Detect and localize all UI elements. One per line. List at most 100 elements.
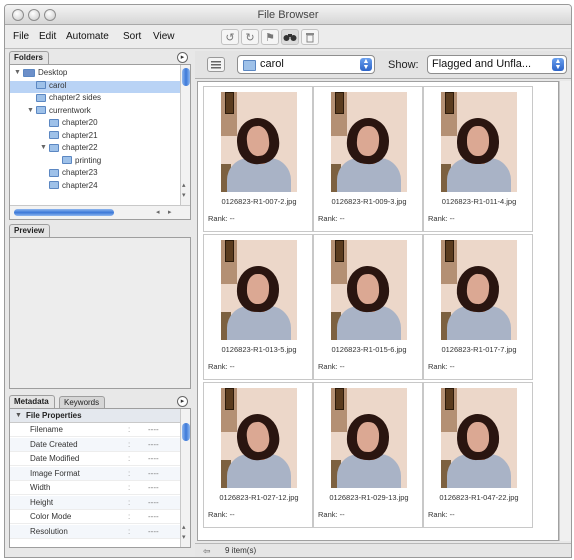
folder-icon	[36, 81, 46, 90]
folders-horizontal-scrollbar[interactable]: ◂ ▸	[10, 205, 190, 219]
tab-metadata[interactable]: Metadata	[9, 395, 55, 408]
folder-icon	[36, 93, 46, 102]
thumbnail-cell[interactable]: 0126823-R1-029-13.jpg Rank: --	[313, 382, 423, 528]
folder-tree-item[interactable]: ▼ currentwork	[10, 106, 180, 118]
metadata-separator: :	[128, 468, 131, 478]
folder-tree-item[interactable]: ▼ chapter22	[10, 143, 180, 155]
rotate-left-icon[interactable]: ↺	[221, 29, 239, 45]
thumbnail-rank[interactable]: Rank: --	[428, 362, 455, 371]
folders-scroll-thumb[interactable]	[182, 68, 190, 86]
disclosure-triangle-icon[interactable]: ▼	[15, 412, 22, 419]
show-filter-popup[interactable]: Flagged and Unfla... ▲ ▼	[427, 55, 567, 74]
thumbnail-rank[interactable]: Rank: --	[318, 362, 345, 371]
folder-location-popup[interactable]: carol ▲ ▼	[237, 55, 375, 74]
binoculars-icon[interactable]	[281, 29, 299, 45]
thumbnail-image[interactable]	[221, 92, 297, 192]
metadata-row: Date Modified: ----	[10, 452, 180, 466]
folder-tree-item[interactable]: chapter23	[10, 168, 180, 180]
file-properties-section[interactable]: ▼ File Properties	[10, 409, 180, 423]
thumbnail-cell[interactable]: 0126823-R1-013-5.jpg Rank: --	[203, 234, 313, 380]
metadata-row: Resolution: ----	[10, 524, 180, 539]
thumbnail-cell[interactable]: 0126823-R1-047-22.jpg Rank: --	[423, 382, 533, 528]
flag-icon[interactable]: ⚑	[261, 29, 279, 45]
thumbnail-cell[interactable]: 0126823-R1-009-3.jpg Rank: --	[313, 86, 423, 232]
thumbnail-rank[interactable]: Rank: --	[428, 214, 455, 223]
metadata-row: Image Format: ----	[10, 466, 180, 481]
metadata-scroll-thumb[interactable]	[182, 423, 190, 441]
expanded-triangle-icon[interactable]: ▼	[40, 144, 49, 151]
folder-tree-item[interactable]: printing	[10, 156, 180, 168]
show-label: Show:	[388, 59, 419, 71]
metadata-label: Resolution	[30, 526, 68, 536]
thumbnail-image[interactable]	[441, 388, 517, 488]
rotate-right-icon[interactable]: ↻	[241, 29, 259, 45]
thumbnail-image[interactable]	[441, 92, 517, 192]
menu-sort[interactable]: Sort	[123, 31, 141, 42]
thumbnail-filename[interactable]: 0126823-R1-013-5.jpg	[204, 345, 314, 354]
menu-file[interactable]: File	[13, 31, 29, 42]
folders-vertical-scrollbar[interactable]: ▴ ▾	[180, 65, 190, 205]
file-browser-icon[interactable]: ⇦	[203, 546, 211, 557]
scroll-down-arrow-icon[interactable]: ▾	[182, 533, 186, 541]
tab-preview[interactable]: Preview	[9, 224, 51, 237]
scroll-left-arrow-icon[interactable]: ◂	[156, 208, 160, 216]
scroll-up-arrow-icon[interactable]: ▴	[182, 523, 186, 531]
thumbnail-image[interactable]	[441, 240, 517, 340]
folder-tree-label: chapter21	[62, 130, 98, 140]
folder-tree-item[interactable]: carol	[10, 80, 180, 93]
menu-toolbar: File Edit Automate Sort View ↺ ↻ ⚑	[5, 25, 571, 49]
menu-edit[interactable]: Edit	[39, 31, 56, 42]
thumbnail-image[interactable]	[331, 240, 407, 340]
thumbnail-filename[interactable]: 0126823-R1-047-22.jpg	[424, 493, 534, 502]
metadata-label: Height	[30, 497, 54, 507]
thumbnail-cell[interactable]: 0126823-R1-017-7.jpg Rank: --	[423, 234, 533, 380]
thumbnail-cell[interactable]: 0126823-R1-027-12.jpg Rank: --	[203, 382, 313, 528]
thumbnail-image[interactable]	[221, 240, 297, 340]
folder-tree-item[interactable]: chapter20	[10, 118, 180, 130]
tab-folders[interactable]: Folders	[9, 51, 49, 64]
folders-panel-menu-button[interactable]: ▸	[177, 52, 188, 63]
thumbnail-filename[interactable]: 0126823-R1-017-7.jpg	[424, 345, 534, 354]
thumbnail-rank[interactable]: Rank: --	[318, 510, 345, 519]
menu-view[interactable]: View	[153, 31, 175, 42]
thumbnail-cell[interactable]: 0126823-R1-015-6.jpg Rank: --	[313, 234, 423, 380]
thumbnail-image[interactable]	[331, 388, 407, 488]
folder-tree-item[interactable]: chapter24	[10, 181, 180, 193]
folder-tree-item[interactable]: chapter2 sides	[10, 93, 180, 105]
thumbnail-rank[interactable]: Rank: --	[208, 214, 235, 223]
metadata-label: Date Modified	[30, 454, 80, 463]
thumbnails-vertical-scrollbar[interactable]	[559, 81, 571, 541]
thumbnail-rank[interactable]: Rank: --	[428, 510, 455, 519]
metadata-label: Image Format	[30, 468, 80, 478]
folder-tree-item[interactable]: chapter21	[10, 131, 180, 143]
scroll-down-arrow-icon[interactable]: ▾	[182, 191, 186, 199]
thumbnail-filename[interactable]: 0126823-R1-011-4.jpg	[424, 197, 534, 206]
thumbnail-cell[interactable]: 0126823-R1-007-2.jpg Rank: --	[203, 86, 313, 232]
thumbnail-filename[interactable]: 0126823-R1-029-13.jpg	[314, 493, 424, 502]
metadata-separator: :	[128, 497, 131, 507]
thumbnail-cell[interactable]: 0126823-R1-011-4.jpg Rank: --	[423, 86, 533, 232]
thumbnail-rank[interactable]: Rank: --	[318, 214, 345, 223]
scroll-up-arrow-icon[interactable]: ▴	[182, 181, 186, 189]
thumbnail-rank[interactable]: Rank: --	[208, 510, 235, 519]
thumbnail-filename[interactable]: 0126823-R1-015-6.jpg	[314, 345, 424, 354]
expanded-triangle-icon[interactable]: ▼	[27, 107, 36, 114]
toggle-panels-icon[interactable]	[207, 57, 225, 72]
metadata-vertical-scrollbar[interactable]: ▴ ▾	[180, 409, 190, 547]
expanded-triangle-icon[interactable]: ▼	[14, 69, 23, 76]
thumbnail-filename[interactable]: 0126823-R1-027-12.jpg	[204, 493, 314, 502]
scroll-right-arrow-icon[interactable]: ▸	[168, 208, 172, 216]
menu-automate[interactable]: Automate	[66, 31, 109, 42]
folder-tree-label: chapter20	[62, 118, 98, 127]
thumbnail-image[interactable]	[221, 388, 297, 488]
folders-hscroll-thumb[interactable]	[14, 209, 114, 216]
metadata-panel-menu-button[interactable]: ▸	[177, 396, 188, 407]
thumbnail-image[interactable]	[331, 92, 407, 192]
thumbnail-filename[interactable]: 0126823-R1-007-2.jpg	[204, 197, 314, 206]
thumbnail-rank[interactable]: Rank: --	[208, 362, 235, 371]
trash-icon[interactable]	[301, 29, 319, 45]
thumbnail-filename[interactable]: 0126823-R1-009-3.jpg	[314, 197, 424, 206]
folder-icon	[49, 143, 59, 152]
folder-tree-item[interactable]: ▼ Desktop	[10, 68, 180, 80]
file-browser-window: File Browser File Edit Automate Sort Vie…	[4, 4, 572, 558]
